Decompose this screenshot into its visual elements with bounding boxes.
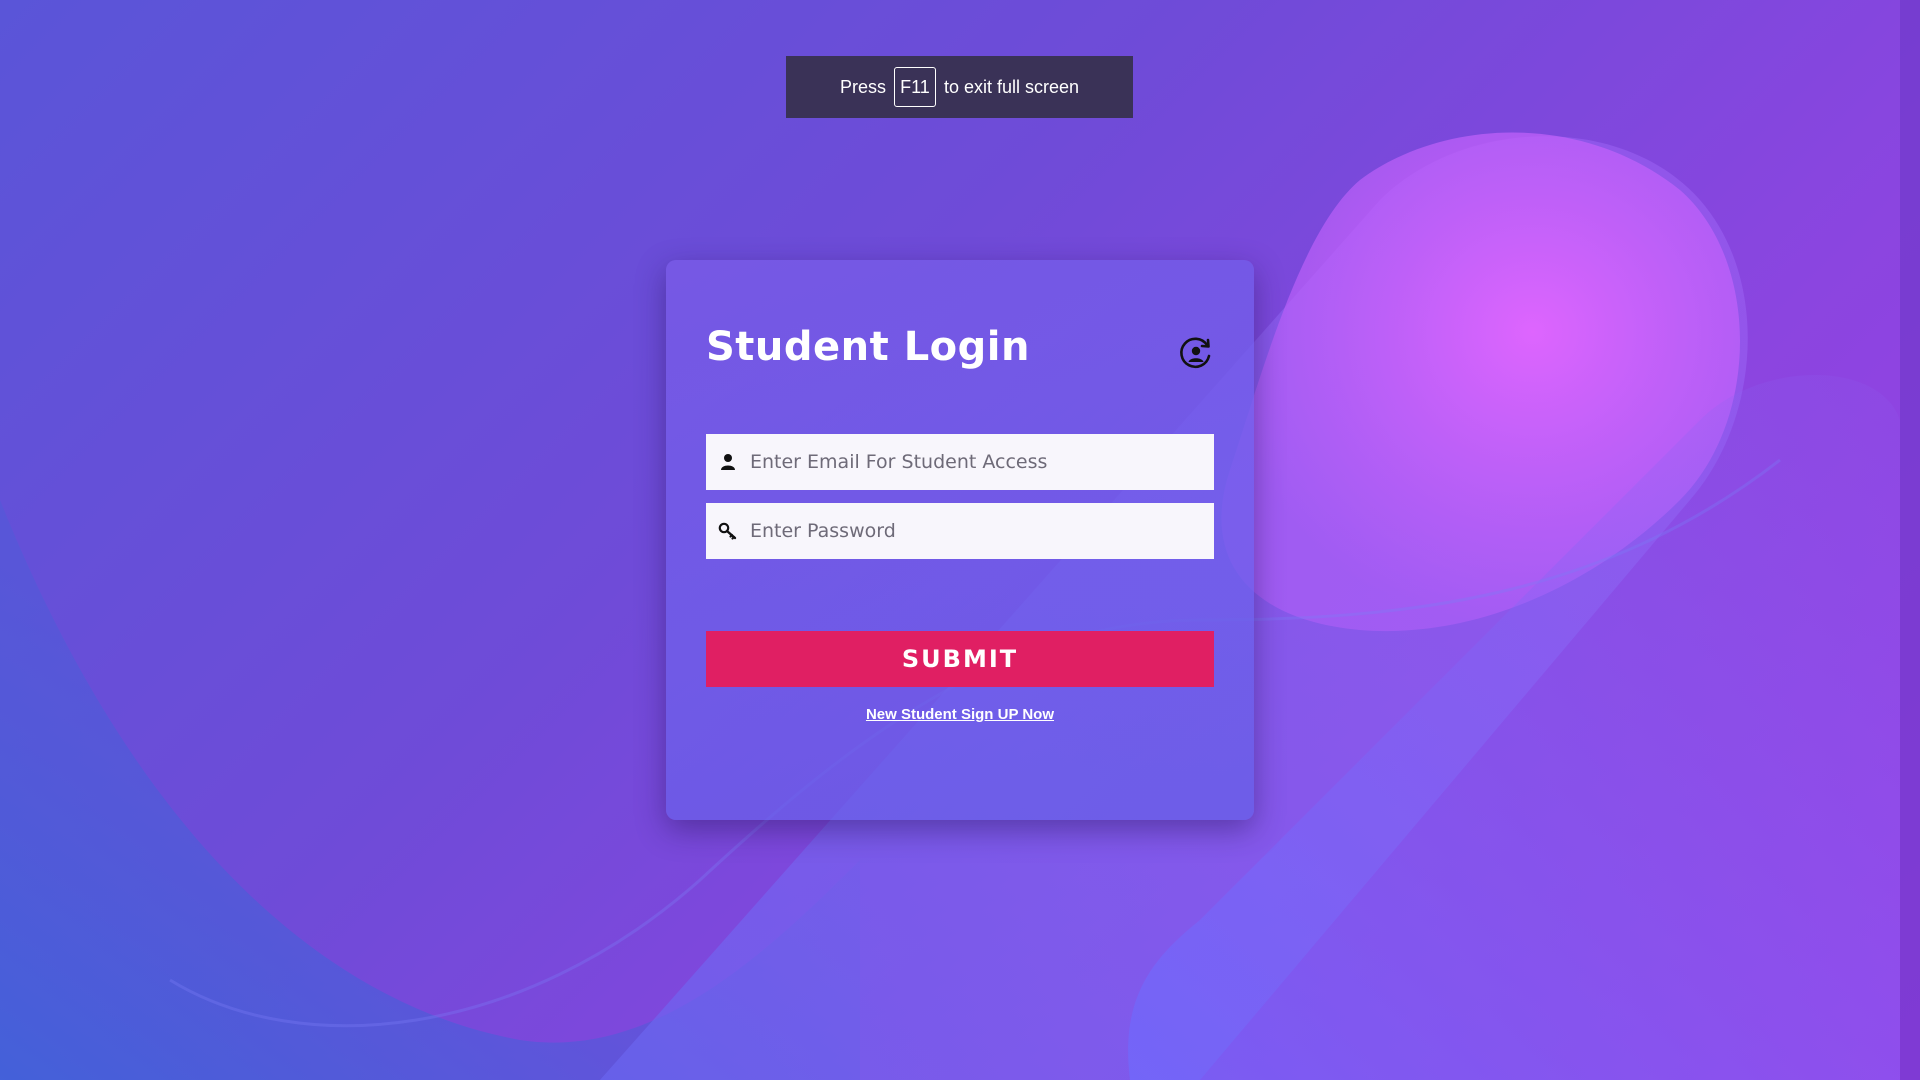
- email-input[interactable]: [750, 434, 1214, 490]
- toast-suffix: to exit full screen: [943, 76, 1080, 97]
- submit-button[interactable]: SUBMIT: [706, 631, 1214, 687]
- user-refresh-icon-graphic: [1180, 337, 1211, 369]
- key-icon: [718, 521, 738, 541]
- toast-key: F11: [893, 67, 936, 107]
- login-card: Student Login SUBMIT New Student: [666, 260, 1254, 820]
- toast-prefix: Press: [839, 76, 886, 97]
- signup-link[interactable]: New Student Sign UP Now: [666, 706, 1254, 723]
- user-refresh-icon[interactable]: [1178, 336, 1214, 372]
- page-scroll-edge: [1900, 0, 1920, 1080]
- password-input[interactable]: [750, 503, 1214, 559]
- fullscreen-toast: Press F11 to exit full screen: [786, 56, 1133, 118]
- password-field[interactable]: [706, 503, 1214, 559]
- user-icon: [718, 452, 738, 472]
- email-field[interactable]: [706, 434, 1214, 490]
- login-title: Student Login: [706, 324, 1030, 370]
